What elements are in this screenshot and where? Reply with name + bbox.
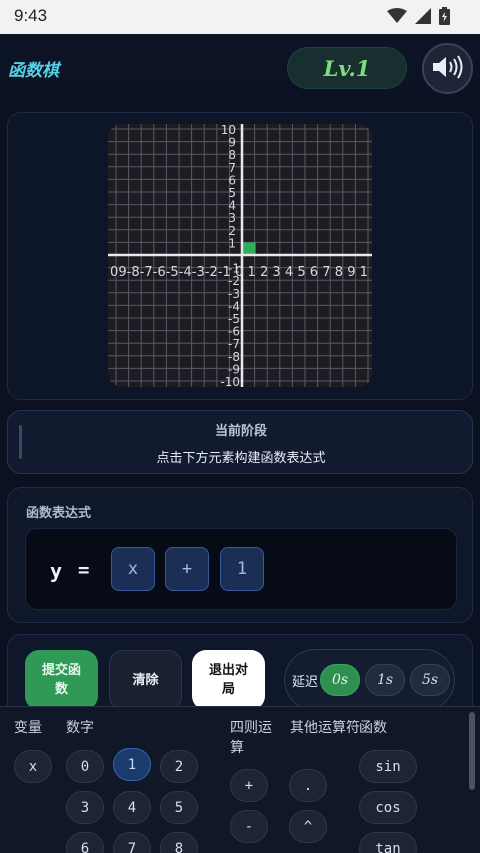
key-number-5[interactable]: 5: [160, 791, 198, 824]
expression-token[interactable]: x: [111, 547, 155, 591]
expression-token[interactable]: 1: [220, 547, 264, 591]
delay-option-0s[interactable]: 0s: [320, 664, 360, 696]
quit-game-button[interactable]: 退出对局: [192, 650, 265, 710]
key-number-7[interactable]: 7: [113, 832, 151, 853]
category-arith-label: 四则运算: [230, 720, 272, 756]
clear-label: 清除: [132, 672, 159, 688]
expression-equals: =: [78, 559, 90, 581]
highlighted-cell: [243, 242, 256, 255]
coordinate-grid-svg: 09-8-7-6-5-4-3-2-1 0 1 2 3 4 5 6 7 8 9 1…: [108, 124, 372, 387]
key-variable-x[interactable]: x: [14, 750, 52, 783]
clear-button[interactable]: 清除: [109, 650, 182, 710]
key-sin[interactable]: sin: [359, 750, 417, 783]
key-cos[interactable]: cos: [359, 791, 417, 824]
expression-panel: 函数表达式 y = x + 1: [7, 487, 473, 623]
level-text: Lv.1: [323, 55, 371, 81]
app-header: 函数棋 Lv.1: [0, 34, 480, 104]
status-bar: 9:43: [0, 0, 480, 34]
delay-option-5s[interactable]: 5s: [410, 664, 450, 696]
stage-title: 当前阶段: [214, 424, 267, 439]
submit-function-button[interactable]: 提交函数: [25, 650, 98, 710]
category-variable-label: 变量: [14, 720, 42, 736]
key-plus[interactable]: +: [230, 769, 268, 802]
category-number-label: 数字: [66, 720, 94, 736]
expression-label: 函数表达式: [26, 506, 92, 521]
key-minus[interactable]: -: [230, 810, 268, 843]
key-number-4[interactable]: 4: [113, 791, 151, 824]
speaker-volume-icon: [432, 54, 464, 84]
delay-label: 延迟: [292, 675, 319, 690]
key-number-3[interactable]: 3: [66, 791, 104, 824]
stage-description: 点击下方元素构建函数表达式: [156, 451, 326, 466]
y-tick-label: 1: [228, 236, 236, 250]
submit-function-label: 提交函数: [41, 663, 81, 697]
category-function-label: 函数: [359, 720, 387, 736]
stage-panel: 当前阶段 点击下方元素构建函数表达式: [7, 410, 473, 474]
expression-lhs: y: [50, 559, 63, 583]
signal-icon: [415, 8, 431, 24]
sound-toggle-button[interactable]: [422, 43, 473, 94]
wifi-icon: [387, 8, 407, 24]
battery-icon: [439, 7, 450, 25]
keypad-scrollbar[interactable]: [469, 712, 475, 790]
element-keypad: 变量 数字 四则运算 其他运算符 函数 x 0 1 2 3 4 5 6 7 8 …: [0, 706, 480, 853]
key-number-2[interactable]: 2: [160, 750, 198, 783]
app-title: 函数棋: [8, 61, 59, 81]
key-power[interactable]: ^: [289, 810, 327, 843]
key-number-6[interactable]: 6: [66, 832, 104, 853]
status-time: 9:43: [14, 6, 48, 25]
expression-box: y = x + 1: [25, 528, 457, 610]
y-tick-label: -10: [220, 375, 240, 387]
delay-option-1s[interactable]: 1s: [365, 664, 405, 696]
key-tan[interactable]: tan: [359, 832, 417, 853]
key-number-0[interactable]: 0: [66, 750, 104, 783]
key-number-1[interactable]: 1: [113, 748, 151, 781]
quit-game-label: 退出对局: [208, 663, 248, 697]
level-badge: Lv.1: [287, 47, 407, 89]
expression-token[interactable]: +: [165, 547, 209, 591]
key-number-8[interactable]: 8: [160, 832, 198, 853]
key-dot[interactable]: .: [289, 769, 327, 802]
delay-selector: 延迟 0s 1s 5s: [284, 649, 455, 711]
coordinate-grid[interactable]: 09-8-7-6-5-4-3-2-1 0 1 2 3 4 5 6 7 8 9 1…: [108, 124, 372, 387]
category-other-label: 其他运算符: [290, 720, 360, 736]
